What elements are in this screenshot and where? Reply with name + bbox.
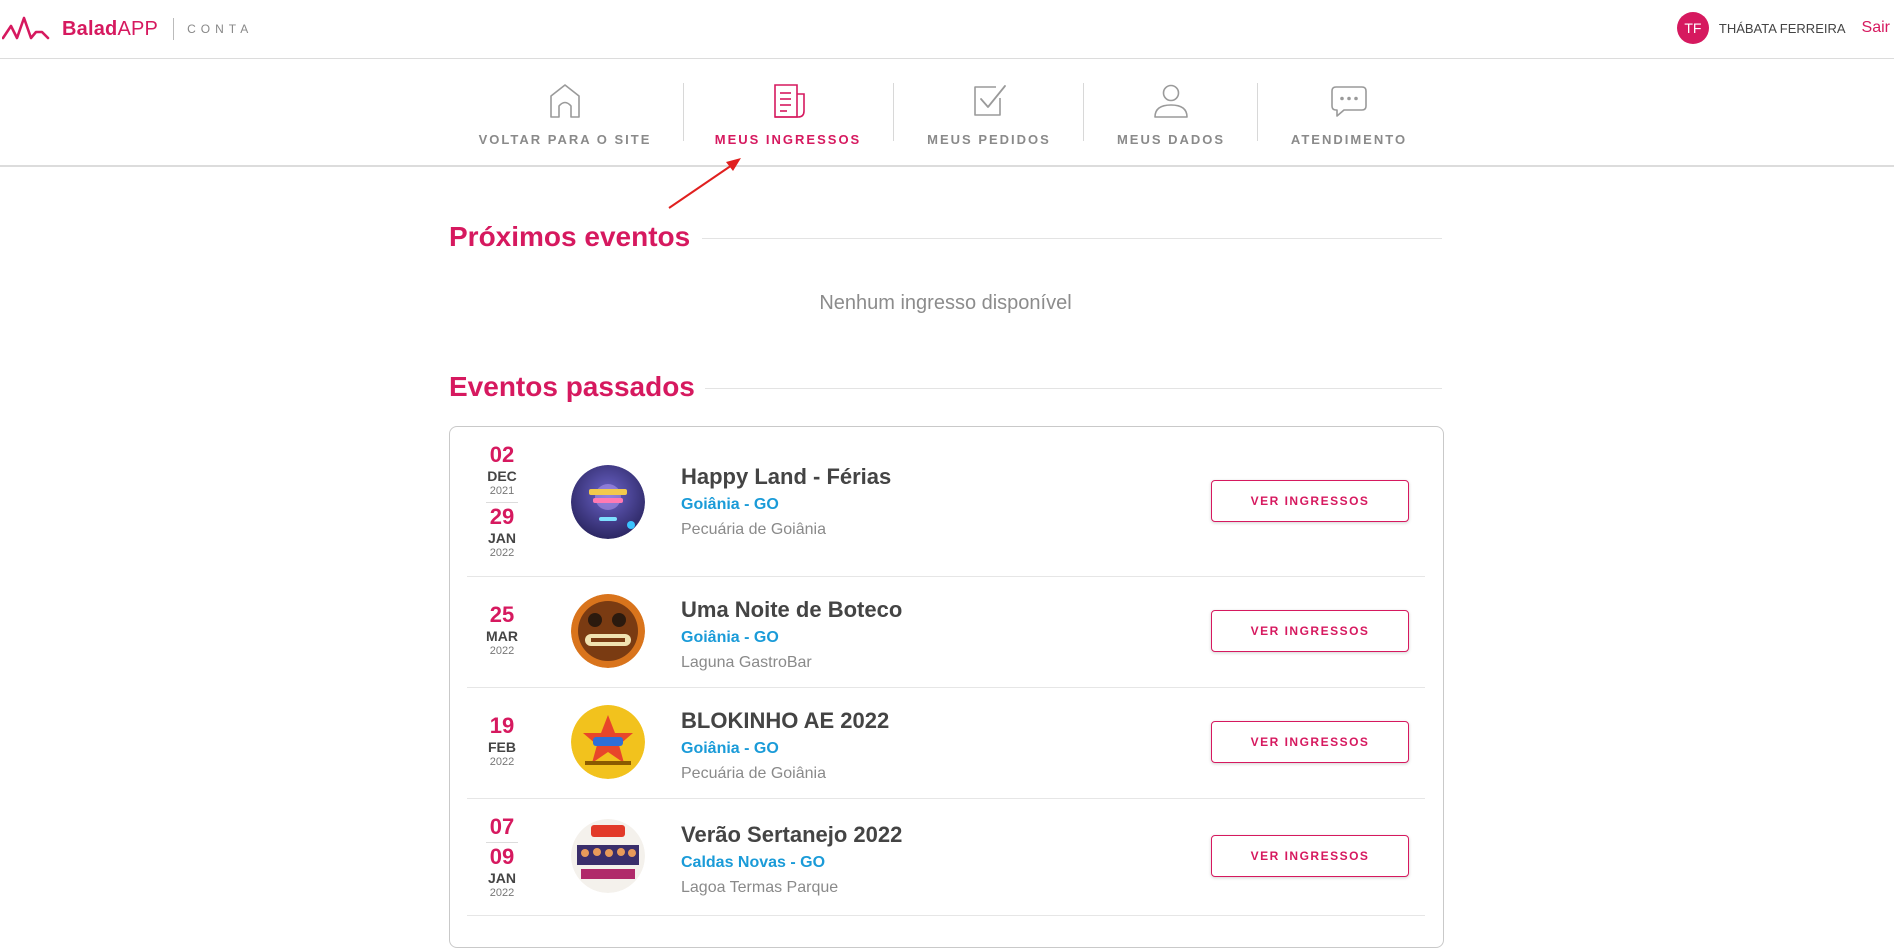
date-month: DEC <box>487 468 517 484</box>
empty-tickets-message: Nenhum ingresso disponível <box>819 292 1072 314</box>
date-divider <box>486 502 518 503</box>
ver-ingressos-button[interactable]: VER INGRESSOS <box>1211 610 1409 652</box>
event-city: Caldas Novas - GO <box>681 854 826 871</box>
event-date: 19 FEB 2022 <box>467 715 537 769</box>
nav-divider <box>1257 83 1258 141</box>
date-day: 09 <box>489 844 515 869</box>
event-venue: Lagoa Termas Parque <box>681 879 839 896</box>
section-divider <box>705 388 1442 389</box>
event-venue: Pecuária de Goiânia <box>681 765 826 782</box>
event-venue: Pecuária de Goiânia <box>681 521 826 538</box>
date-year: 2022 <box>489 645 515 657</box>
event-row: 07 09 JAN 2022 Verão Sertanejo 2022 Cald… <box>467 798 1425 916</box>
date-day: 02 <box>489 442 515 467</box>
event-thumbnail[interactable] <box>571 465 645 539</box>
event-city: Goiânia - GO <box>681 629 779 646</box>
date-day: 07 <box>489 814 515 839</box>
account-nav: VOLTAR PARA O SITE MEUS INGRESSOS MEUS P… <box>0 59 1894 167</box>
date-year: 2022 <box>489 887 515 899</box>
ticket-icon <box>774 84 805 118</box>
ver-ingressos-button[interactable]: VER INGRESSOS <box>1211 835 1409 877</box>
nav-atendimento[interactable]: ATENDIMENTO <box>1288 59 1410 165</box>
nav-label: ATENDIMENTO <box>1290 132 1408 147</box>
nav-voltar-site[interactable]: VOLTAR PARA O SITE <box>479 59 649 165</box>
event-name[interactable]: Happy Land - Férias <box>681 464 891 490</box>
nav-meus-dados[interactable]: MEUS DADOS <box>1116 59 1226 165</box>
user-icon <box>1154 84 1188 118</box>
event-row: 19 FEB 2022 BLOKINHO AE 2022 Goiânia - G… <box>467 687 1425 799</box>
nav-divider <box>1083 83 1084 141</box>
baladapp-logo[interactable]: BaladAPP CONTA <box>2 14 253 44</box>
avatar[interactable]: TF <box>1676 12 1709 44</box>
nav-label: MEUS PEDIDOS <box>927 132 1051 147</box>
logout-link[interactable]: Sair <box>1862 19 1890 37</box>
past-events-list: 02 DEC 2021 29 JAN 2022 Happy Land - Fér… <box>449 426 1444 948</box>
date-month: MAR <box>486 628 518 644</box>
event-date: 07 09 JAN 2022 <box>467 816 537 900</box>
event-thumbnail[interactable] <box>571 705 645 779</box>
date-day: 19 <box>489 713 515 738</box>
event-date: 02 DEC 2021 29 JAN 2022 <box>467 444 537 560</box>
date-year: 2021 <box>489 485 515 497</box>
check-box-icon <box>974 85 1006 116</box>
nav-meus-ingressos[interactable]: MEUS INGRESSOS <box>714 59 862 165</box>
brand-name: BaladAPP <box>62 17 159 40</box>
past-events-title: Eventos passados <box>449 371 695 402</box>
pulse-logo-icon <box>2 16 50 40</box>
logo-subtitle: CONTA <box>187 22 254 36</box>
nav-divider <box>683 83 684 141</box>
event-city: Goiânia - GO <box>681 740 779 757</box>
home-icon <box>550 84 580 118</box>
event-date: 25 MAR 2022 <box>467 604 537 658</box>
event-venue: Laguna GastroBar <box>681 654 812 671</box>
nav-label: MEUS INGRESSOS <box>714 132 862 147</box>
event-name[interactable]: Uma Noite de Boteco <box>681 597 902 623</box>
nav-label: MEUS DADOS <box>1116 132 1226 147</box>
date-day: 29 <box>489 504 515 529</box>
event-row: 25 MAR 2022 Uma Noite de Boteco Goiânia … <box>467 576 1425 688</box>
event-name[interactable]: BLOKINHO AE 2022 <box>681 708 889 734</box>
date-day: 25 <box>489 602 515 627</box>
nav-label: VOLTAR PARA O SITE <box>478 132 652 147</box>
top-bar: BaladAPP CONTA TF THÁBATA FERREIRA Sair <box>0 0 1894 59</box>
event-name[interactable]: Verão Sertanejo 2022 <box>681 822 902 848</box>
nav-divider <box>893 83 894 141</box>
date-month: FEB <box>488 739 516 755</box>
ver-ingressos-button[interactable]: VER INGRESSOS <box>1211 721 1409 763</box>
event-city: Goiânia - GO <box>681 496 779 513</box>
user-name[interactable]: THÁBATA FERREIRA <box>1719 21 1846 36</box>
date-year: 2022 <box>489 547 515 559</box>
upcoming-events-title: Próximos eventos <box>449 221 691 252</box>
section-divider <box>702 238 1442 239</box>
chat-icon <box>1331 86 1367 117</box>
event-thumbnail[interactable] <box>571 594 645 668</box>
date-divider <box>486 842 518 843</box>
date-month: JAN <box>487 870 516 886</box>
nav-meus-pedidos[interactable]: MEUS PEDIDOS <box>924 59 1054 165</box>
date-month: JAN <box>487 530 516 546</box>
date-year: 2022 <box>489 756 515 768</box>
ver-ingressos-button[interactable]: VER INGRESSOS <box>1211 480 1409 522</box>
event-row: 02 DEC 2021 29 JAN 2022 Happy Land - Fér… <box>467 427 1425 577</box>
logo-divider <box>173 18 175 40</box>
user-menu: TF THÁBATA FERREIRA Sair <box>1676 12 1894 44</box>
event-thumbnail[interactable] <box>571 819 645 893</box>
